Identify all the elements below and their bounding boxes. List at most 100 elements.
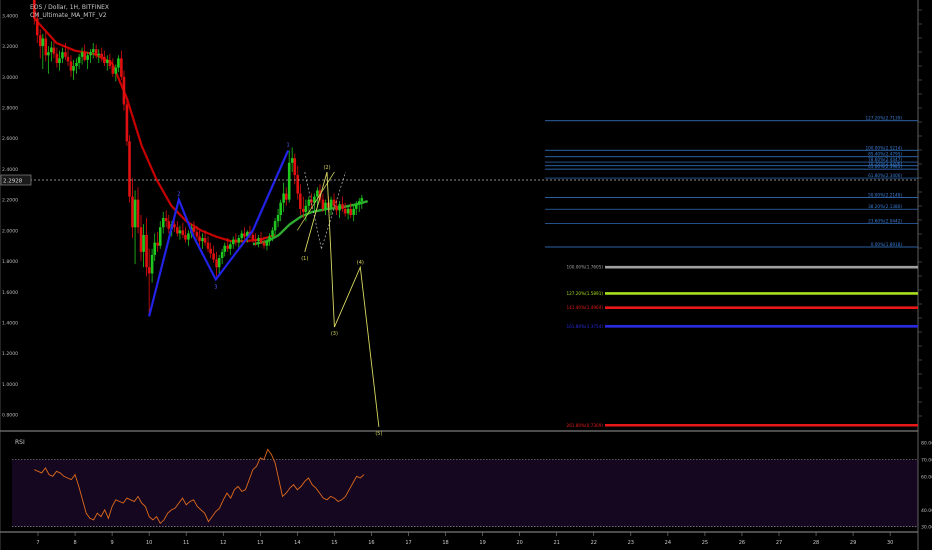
candle-body (279, 202, 282, 215)
y-tick-label: 0.8000 (2, 413, 18, 419)
candle-body (77, 56, 81, 63)
candle-body (321, 199, 325, 209)
y-tick-label: 1.2000 (2, 351, 18, 357)
candle-body (158, 227, 162, 246)
candle-body (360, 198, 364, 202)
candle-body (83, 52, 86, 60)
candle-body (335, 205, 338, 211)
y-tick-label: 2.6000 (2, 136, 18, 142)
candle-body (50, 47, 53, 53)
candle-body (203, 238, 207, 243)
x-tick-label: 16 (368, 540, 374, 546)
fib-level-label: 61.80%(2.3406) (868, 173, 902, 178)
candle-body (220, 251, 224, 258)
candle-body (324, 202, 327, 209)
y-tick-label: 2.0000 (2, 228, 18, 234)
candle-body (243, 233, 246, 237)
y-tick-label: 2.2000 (2, 198, 18, 204)
x-tick-label: 8 (73, 540, 76, 546)
rsi-band-fill (12, 459, 918, 527)
y-tick-label: 3.0000 (2, 75, 18, 81)
candle-body (35, 18, 39, 36)
rsi-tick-label: 70.00 (921, 458, 932, 464)
candle-body (346, 208, 350, 214)
candle-body (254, 239, 257, 242)
candle-body (341, 204, 344, 209)
x-tick-label: 25 (702, 540, 708, 546)
candle-body (290, 158, 294, 163)
rsi-tick-label: 30.00 (921, 525, 932, 531)
chart-canvas: 127.20%(2.7139) 100.00%(2.5214) 85.40%(2.4… (0, 0, 932, 550)
x-tick-label: 12 (220, 540, 226, 546)
candle-body (103, 56, 106, 63)
candle-body (209, 248, 212, 254)
candle-body (304, 205, 308, 212)
candle-body (354, 204, 358, 209)
x-tick-label: 21 (554, 540, 560, 546)
candle-body (66, 56, 70, 62)
candle-body (161, 218, 165, 228)
candle-body (44, 38, 48, 56)
candle-body (276, 215, 280, 222)
candle-body (114, 67, 118, 74)
y-tick-label: 1.4000 (2, 321, 18, 327)
candle-body (343, 208, 347, 214)
candle-body (307, 199, 311, 206)
candle-body (228, 244, 232, 249)
fib-level-label: 38.20%(2.1380) (868, 204, 902, 209)
candle-body (240, 233, 244, 239)
pattern-point-label: 1 (286, 143, 289, 149)
candle-body (167, 221, 171, 229)
x-tick-label: 30 (887, 540, 893, 546)
candle-body (58, 58, 61, 63)
candle-body (282, 193, 285, 203)
candle-body (41, 38, 45, 47)
x-tick-label: 17 (405, 540, 411, 546)
candle-body (105, 59, 109, 63)
x-tick-label: 7 (36, 540, 39, 546)
wave-label: (3) (331, 331, 338, 337)
x-tick-label: 14 (294, 540, 300, 546)
projection-level-label: 127.20%(1.5891) (566, 291, 603, 296)
candle-body (223, 245, 227, 252)
candle-body (329, 199, 333, 208)
symbol-label: EOS / Dollar, 1H, BITFINEX (30, 4, 110, 11)
pattern-point-label: 2 (177, 192, 180, 198)
projection-level-label: 161.80%(1.3754) (566, 324, 603, 329)
candle-body (268, 236, 271, 242)
candle-body (122, 76, 126, 105)
candle-body (338, 204, 341, 211)
rsi-tick-label: 40.00 (921, 508, 932, 514)
candle-body (117, 58, 120, 68)
candle-body (145, 234, 148, 268)
y-tick-label: 3.4000 (2, 13, 18, 19)
wave-label: (4) (357, 260, 364, 266)
candle-body (184, 234, 187, 240)
candle-body (80, 52, 84, 57)
candle-body (52, 47, 56, 54)
x-tick-label: 13 (257, 540, 263, 546)
candle-body (357, 201, 361, 205)
indicator-label: CM_Ultimate_MA_MTF_V2 (30, 12, 107, 19)
candle-body (262, 242, 266, 246)
candle-body (55, 53, 59, 63)
y-tick-label: 2.8000 (2, 106, 18, 112)
candle-body (234, 239, 238, 243)
candle-body (237, 238, 241, 243)
candle-body (231, 239, 235, 245)
projection-level-label: 261.80%(0.7309) (566, 423, 603, 428)
candle-body (150, 254, 154, 274)
x-tick-label: 20 (516, 540, 522, 546)
candle-body (164, 218, 168, 222)
rsi-tick-label: 60.00 (921, 474, 932, 480)
x-tick-label: 28 (813, 540, 819, 546)
candle-body (139, 227, 143, 252)
candle-body (251, 234, 255, 240)
fib-level-label: 0.00%(1.8918) (871, 242, 903, 247)
x-tick-label: 26 (739, 540, 745, 546)
candle-body (217, 258, 221, 268)
candle-body (212, 253, 215, 260)
candle-body (316, 190, 319, 197)
candle-body (69, 61, 73, 71)
candle-body (215, 259, 218, 268)
